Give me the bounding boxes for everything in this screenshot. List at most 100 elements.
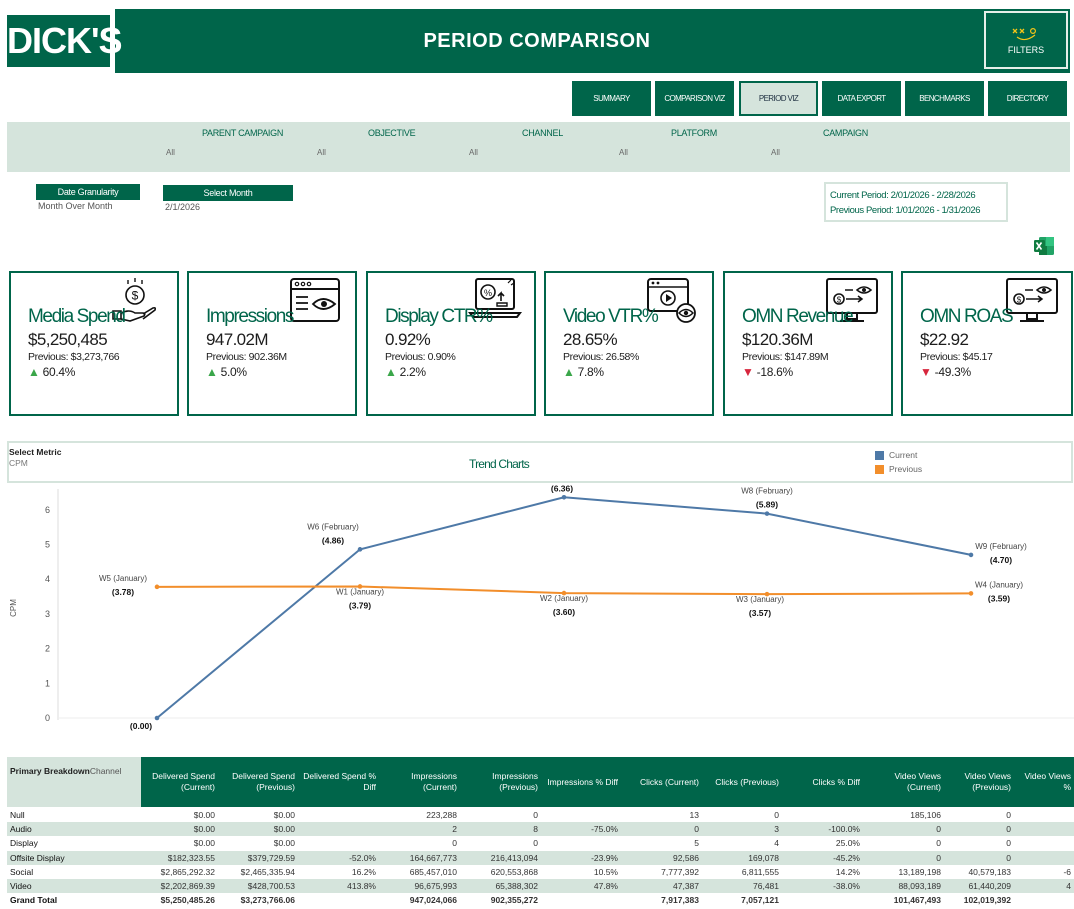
nav-tab-period-viz[interactable]: PERIOD VIZ <box>739 81 818 116</box>
table-cell: -75.0% <box>591 824 618 835</box>
column-header[interactable]: Clicks % Diff <box>785 757 866 807</box>
table-cell: $182,323.55 <box>167 852 215 863</box>
column-header[interactable]: Delivered Spend (Current) <box>141 757 221 807</box>
table-cell: $0.00 <box>273 838 295 849</box>
column-header[interactable]: Video Views (Current) <box>866 757 947 807</box>
filter-select-campaign[interactable]: All <box>771 148 780 157</box>
logo: DICK'S <box>7 9 123 73</box>
filter-select-objective[interactable]: All <box>317 148 326 157</box>
filter-select-channel[interactable]: All <box>469 148 478 157</box>
grand-total-row[interactable]: Grand Total $5,250,485.26 $3,273,766.06 947… <box>7 893 1074 907</box>
column-header[interactable]: Delivered Spend (Previous) <box>221 757 301 807</box>
table-cell: 947,024,066 <box>409 895 457 906</box>
nav-tab-summary[interactable]: SUMMARY <box>572 81 651 116</box>
table-cell <box>544 808 624 822</box>
table-cell: 0 <box>1006 838 1011 849</box>
kpi-card-media-spend: $ Media Spend $5,250,485 Previous: $3,273,7… <box>9 271 179 416</box>
table-row[interactable]: Social $2,865,292.32 $2,465,335.94 16.2% 685… <box>7 865 1074 879</box>
point-label: W8 (February) <box>741 487 793 496</box>
filters-button[interactable]: FILTERS <box>984 11 1068 69</box>
column-header[interactable]: Impressions % Diff <box>544 757 624 807</box>
kpi-change-value: 2.2% <box>399 365 426 379</box>
table-cell: 0 <box>936 824 941 835</box>
arrow-up-icon: ▲ <box>206 365 221 379</box>
column-header[interactable]: Impressions (Previous) <box>463 757 544 807</box>
arrow-up-icon: ▲ <box>28 365 43 379</box>
nav-tab-data-export[interactable]: DATA EXPORT <box>822 81 901 116</box>
table-cell: 13,189,198 <box>898 866 941 877</box>
table-row[interactable]: Video $2,202,869.39 $428,700.53 413.8% 96,67… <box>7 879 1074 893</box>
table-cell: $3,273,766.06 <box>240 895 295 906</box>
table-row[interactable]: Audio $0.00 $0.00 2 8 -75.0% 0 3 -100.0% 0 0 <box>7 822 1074 837</box>
y-tick-label: 1 <box>45 678 50 688</box>
kpi-title: OMN ROAS <box>920 306 1014 327</box>
kpi-title: Media Spend <box>28 306 126 327</box>
kpi-title: Impressions <box>206 306 294 327</box>
nav-tab-directory[interactable]: DIRECTORY <box>988 81 1067 116</box>
table-cell: 0 <box>694 824 699 835</box>
table-cell: 47,387 <box>673 881 699 891</box>
filter-select-platform[interactable]: All <box>619 148 628 157</box>
table-cell: $2,865,292.32 <box>160 866 215 877</box>
data-point-current[interactable] <box>561 495 567 500</box>
date-granularity-button[interactable]: Date Granularity <box>36 184 140 200</box>
data-point-current[interactable] <box>154 715 160 721</box>
filter-label-objective: OBJECTIVE <box>368 128 416 138</box>
table-cell: 101,467,493 <box>893 895 941 906</box>
data-point-current[interactable] <box>968 552 974 558</box>
data-point-previous[interactable] <box>154 584 160 590</box>
excel-export-icon[interactable] <box>1033 236 1055 256</box>
table-cell: 0 <box>936 852 941 863</box>
filter-label-campaign: CAMPAIGN <box>823 128 868 138</box>
kpi-change-value: 5.0% <box>220 365 247 379</box>
column-header[interactable]: Clicks (Previous) <box>705 757 785 807</box>
table-row[interactable]: Offsite Display $182,323.55 $379,729.59 -52… <box>7 850 1074 865</box>
kpi-change: ▲ 5.0% <box>206 365 247 379</box>
table-cell: 65,388,302 <box>495 881 538 891</box>
kpi-change: ▲ 7.8% <box>563 365 604 379</box>
table-row[interactable]: Null $0.00 $0.00 223,288 0 13 0 185,106 0 <box>7 808 1074 822</box>
table-cell: 3 <box>774 824 779 835</box>
table-cell <box>1017 893 1074 907</box>
date-granularity-value[interactable]: Month Over Month <box>38 201 113 211</box>
point-label: W3 (January) <box>736 595 784 604</box>
table-cell <box>1017 851 1074 865</box>
table-cell <box>1017 822 1074 836</box>
nav-tab-comparison-viz[interactable]: COMPARISON VIZ <box>655 81 734 116</box>
legend-item-previous: Previous <box>875 462 922 476</box>
data-point-current[interactable] <box>357 547 363 552</box>
data-point-current[interactable] <box>764 511 770 516</box>
table-cell <box>544 893 624 907</box>
select-month-button[interactable]: Select Month <box>163 185 293 201</box>
row-label: Grand Total <box>10 895 58 906</box>
column-header[interactable]: Clicks (Current) <box>624 757 705 807</box>
table-cell: 0 <box>1006 824 1011 835</box>
svg-text:$: $ <box>837 296 842 305</box>
table-row[interactable]: Display $0.00 $0.00 0 0 5 4 25.0% 0 0 <box>7 836 1074 850</box>
kpi-value: $120.36M <box>742 330 813 349</box>
kpi-change: ▲ 60.4% <box>28 365 75 379</box>
chart-legend: Current Previous <box>875 448 922 476</box>
column-header[interactable]: Impressions (Current) <box>382 757 463 807</box>
table-cell: 13 <box>689 810 699 820</box>
column-header[interactable]: Video Views (Previous) <box>947 757 1017 807</box>
previous-period: Previous Period: 1/01/2026 - 1/31/2026 <box>830 205 981 216</box>
data-point-previous[interactable] <box>968 591 974 596</box>
filter-select-parent-campaign[interactable]: All <box>166 148 175 157</box>
nav-tab-benchmarks[interactable]: BENCHMARKS <box>905 81 984 116</box>
kpi-change-value: 60.4% <box>42 365 76 379</box>
kpi-card-omn-revenue: $ OMN Revenue $120.36M Previous: $147.89M ▼ … <box>723 271 893 416</box>
point-label: W4 (January) <box>975 580 1023 589</box>
table-cell <box>301 822 382 836</box>
kpi-previous: Previous: 902.36M <box>206 351 287 363</box>
filters-label: FILTERS <box>1007 45 1045 55</box>
select-metric-value[interactable]: CPM <box>9 458 28 468</box>
select-month-value[interactable]: 2/1/2026 <box>165 202 200 212</box>
column-header[interactable]: Delivered Spend % Diff <box>301 757 382 807</box>
column-header[interactable]: Video Views % <box>1017 757 1074 807</box>
y-axis-label: CPM <box>9 599 18 617</box>
table-cell <box>301 808 382 822</box>
table-cell: 902,355,272 <box>490 895 538 906</box>
table-cell: 7,777,392 <box>661 866 699 877</box>
row-label: Social <box>10 866 34 877</box>
